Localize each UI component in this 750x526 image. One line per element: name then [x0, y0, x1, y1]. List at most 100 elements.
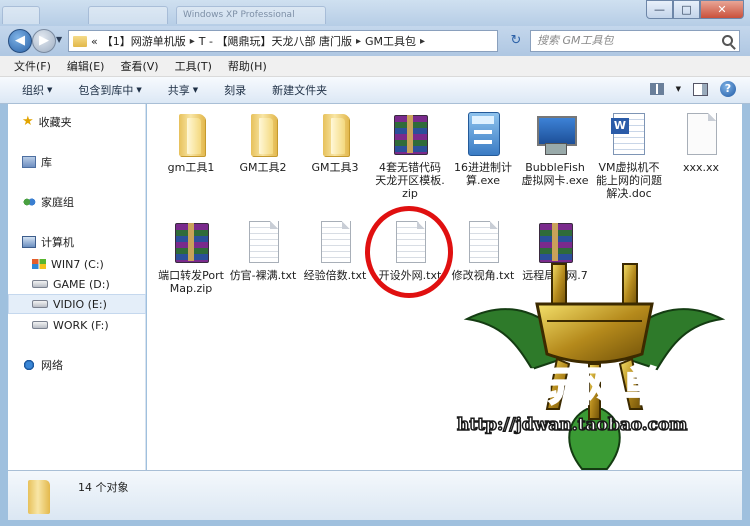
chevron-down-icon: ▼: [192, 86, 199, 94]
menu-tools[interactable]: 工具(T): [175, 58, 212, 74]
preview-pane-icon[interactable]: [693, 82, 708, 96]
minimize-button[interactable]: —: [646, 0, 673, 19]
background-window-tab[interactable]: [88, 6, 168, 24]
include-in-library-button[interactable]: 包含到库中 ▼: [78, 82, 141, 98]
chevron-down-icon: ▼: [47, 86, 53, 94]
file-item[interactable]: 经验倍数.txt: [299, 218, 371, 282]
close-button[interactable]: ✕: [700, 0, 744, 19]
refresh-button[interactable]: ↻: [505, 31, 527, 51]
maximize-button[interactable]: □: [673, 0, 700, 19]
network-icon: [22, 359, 36, 371]
drive-icon: [32, 300, 48, 308]
homegroup-icon: [22, 196, 36, 208]
nav-homegroup[interactable]: 家庭组: [8, 192, 146, 212]
breadcrumb-item[interactable]: T - 【飓鼎玩】天龙八部 唐门版: [199, 33, 352, 49]
window-title: Windows XP Professional: [176, 6, 326, 24]
window-controls: — □ ✕: [646, 0, 744, 20]
organize-button[interactable]: 组织 ▼: [22, 82, 52, 98]
drive-icon: [32, 280, 48, 288]
nav-drive-d[interactable]: GAME (D:): [8, 274, 146, 294]
menu-view[interactable]: 查看(V): [120, 58, 158, 74]
folder-icon: [22, 478, 56, 516]
breadcrumb-arrow-icon[interactable]: ▸: [420, 36, 425, 47]
windows-drive-icon: [32, 258, 46, 270]
back-button[interactable]: ◀: [8, 29, 32, 53]
help-icon[interactable]: ?: [720, 81, 736, 97]
file-item[interactable]: 仿官-裸满.txt: [227, 218, 299, 282]
folder-icon: [239, 110, 287, 158]
exe-icon: [531, 110, 579, 158]
text-file-icon: [311, 218, 359, 266]
file-name: GM工具2: [239, 161, 287, 174]
nav-drive-e[interactable]: VIDIO (E:): [8, 294, 146, 314]
file-name: GM工具3: [311, 161, 359, 174]
file-item[interactable]: 16进进制计算.exe: [447, 110, 519, 187]
red-highlight-circle: [365, 206, 453, 298]
address-row: ◀ ▶ ▼ « 【1】网游单机版 ▸ T - 【飓鼎玩】天龙八部 唐门版 ▸ G…: [0, 26, 750, 56]
drive-icon: [32, 321, 48, 329]
folder-icon: [167, 110, 215, 158]
background-window-tab[interactable]: [2, 6, 40, 24]
breadcrumb-item[interactable]: 【1】网游单机版: [102, 33, 186, 49]
search-input[interactable]: 搜索 GM工具包: [530, 30, 740, 52]
address-bar[interactable]: « 【1】网游单机版 ▸ T - 【飓鼎玩】天龙八部 唐门版 ▸ GM工具包 ▸: [68, 30, 498, 52]
nav-libraries[interactable]: 库: [8, 152, 146, 172]
chevron-down-icon[interactable]: ▼: [676, 85, 681, 93]
file-item[interactable]: VM虚拟机不能上网的问题解决.doc: [593, 110, 665, 200]
new-folder-button[interactable]: 新建文件夹: [272, 82, 327, 98]
nav-network[interactable]: 网络: [8, 355, 146, 375]
menu-edit[interactable]: 编辑(E): [67, 58, 105, 74]
file-name: VM虚拟机不能上网的问题解决.doc: [596, 161, 662, 200]
file-item[interactable]: BubbleFish虚拟网卡.exe: [519, 110, 591, 187]
file-item[interactable]: GM工具3: [299, 110, 371, 174]
search-placeholder: 搜索 GM工具包: [537, 34, 614, 47]
nav-drive-c[interactable]: WIN7 (C:): [8, 254, 146, 274]
burn-button[interactable]: 刻录: [224, 82, 246, 98]
file-name: BubbleFish虚拟网卡.exe: [521, 161, 589, 187]
share-button[interactable]: 共享 ▼: [168, 82, 198, 98]
file-item[interactable]: 端口转发PortMap.zip: [155, 218, 227, 295]
file-item[interactable]: xxx.xx: [665, 110, 737, 174]
file-item[interactable]: gm工具1: [155, 110, 227, 174]
menu-help[interactable]: 帮助(H): [228, 58, 267, 74]
include-library-label: 包含到库中: [78, 84, 134, 97]
organize-label: 组织: [22, 84, 44, 97]
menu-file[interactable]: 文件(F): [14, 58, 51, 74]
nav-label: VIDIO (E:): [53, 297, 107, 311]
computer-icon: [22, 236, 36, 248]
nav-label: 计算机: [41, 236, 74, 249]
nav-label: WIN7 (C:): [51, 257, 104, 271]
watermark-url: http://jdwan.taobao.com: [456, 414, 688, 436]
breadcrumb-arrow-icon[interactable]: ▸: [190, 36, 195, 47]
nav-label: 收藏夹: [38, 116, 72, 129]
title-bar: Windows XP Professional — □ ✕: [0, 0, 750, 26]
file-name: 4套无错代码天龙开区模板.zip: [375, 161, 445, 200]
breadcrumb-overflow[interactable]: «: [91, 35, 98, 48]
nav-drive-f[interactable]: WORK (F:): [8, 315, 146, 335]
file-list: gm工具1 GM工具2 GM工具3 4套无错代码天龙开区模板.zip 16进进制…: [147, 104, 742, 470]
file-name: 经验倍数.txt: [303, 269, 367, 282]
recent-pages-dropdown[interactable]: ▼: [56, 35, 62, 44]
share-label: 共享: [167, 84, 190, 97]
file-item[interactable]: GM工具2: [227, 110, 299, 174]
file-name: xxx.xx: [682, 161, 720, 174]
breadcrumb-item-current[interactable]: GM工具包: [365, 33, 416, 49]
text-file-icon: [239, 218, 287, 266]
nav-label: WORK (F:): [53, 318, 109, 332]
nav-favorites[interactable]: ★ 收藏夹: [8, 112, 146, 132]
breadcrumb-arrow-icon[interactable]: ▸: [356, 36, 361, 47]
file-item[interactable]: 4套无错代码天龙开区模板.zip: [374, 110, 446, 200]
file-name: 端口转发PortMap.zip: [158, 269, 224, 295]
watermark-logo: 飓鼎玩网单 http://jdwan.taobao.com: [447, 259, 742, 470]
details-pane: 14 个对象: [8, 470, 742, 520]
search-icon[interactable]: [722, 35, 733, 46]
change-view-icon[interactable]: [649, 83, 664, 95]
menu-bar: 文件(F) 编辑(E) 查看(V) 工具(T) 帮助(H): [0, 56, 750, 77]
nav-computer[interactable]: 计算机: [8, 232, 146, 252]
archive-icon: [167, 218, 215, 266]
nav-label: 库: [41, 156, 52, 169]
file-name: 仿官-裸满.txt: [229, 269, 297, 282]
word-doc-icon: [605, 110, 653, 158]
forward-button[interactable]: ▶: [32, 29, 56, 53]
library-icon: [22, 156, 36, 168]
